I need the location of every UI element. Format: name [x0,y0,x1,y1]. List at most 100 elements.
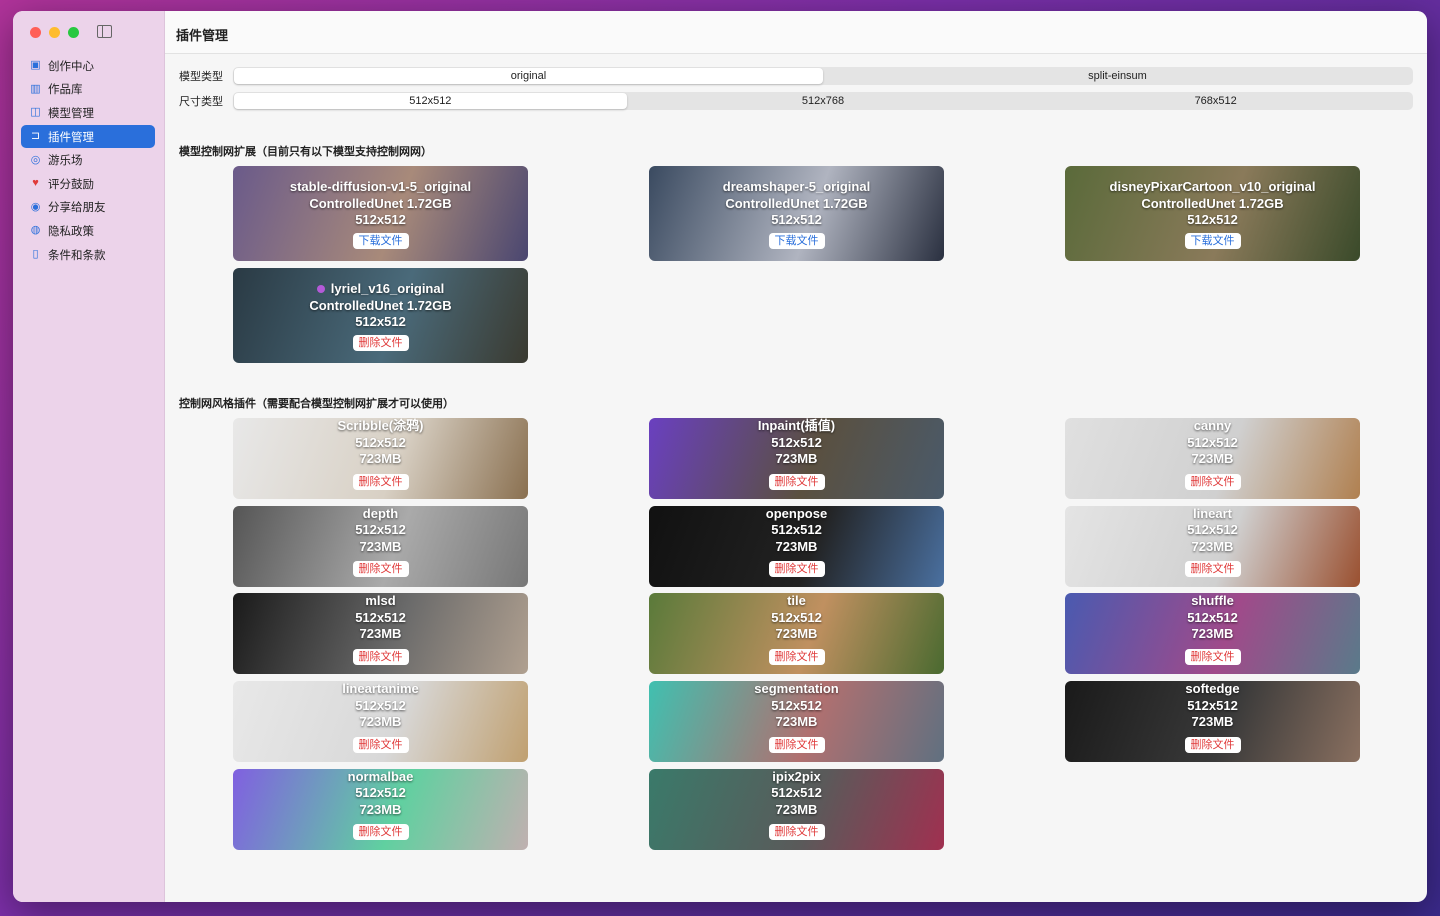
plugin-file-size: 723MB [359,538,402,554]
plugin-name: lineart [1192,505,1232,521]
delete-button[interactable]: 删除文件 [768,473,825,490]
sidebar-item-label: 作品库 [48,84,83,97]
minimize-button[interactable] [49,27,60,38]
sidebar-item-label: 评分鼓励 [48,178,94,191]
sidebar-item-label: 隐私政策 [48,225,94,238]
plugin-size: 512x512 [1187,522,1238,538]
sidebar-item[interactable]: ◍ 隐私政策 [21,219,155,243]
sidebar-item[interactable]: ◫ 模型管理 [21,101,155,125]
plugin-size: 512x512 [771,434,822,450]
plugin-file-size: 723MB [775,538,818,554]
model-detail: ControlledUnet 1.72GB [725,195,868,211]
model-type-option[interactable]: split-einsum [823,68,1412,84]
size-type-option[interactable]: 512x512 [234,93,627,109]
sidebar-item[interactable]: ⊐ 插件管理 [21,124,155,149]
plugin-name: Scribble(涂鸦) [337,418,424,433]
model-name-text: stable-diffusion-v1-5_original [289,179,472,194]
model-type-label: 模型类型 [179,71,223,83]
sidebar-item[interactable]: ▣ 创作中心 [21,54,155,78]
plugin-card: depth 512x512 723MB 删除文件 [233,505,528,587]
model-card: dreamshaper-5_original ControlledUnet 1.7… [649,166,944,261]
plugin-file-size: 723MB [775,451,818,466]
plugin-file-size: 723MB [1191,538,1234,554]
size-type-option[interactable]: 768x512 [1019,93,1412,109]
plugin-icon: ⊐ [30,130,41,143]
plugin-file-size: 723MB [1191,626,1234,642]
plugin-file-size: 723MB [359,626,402,642]
plugin-file-size: 723MB [359,801,402,817]
window-controls [30,27,79,38]
sidebar-item-label: 创作中心 [48,60,94,73]
model-card: disneyPixarCartoon_v10_original Controlle… [1065,166,1360,261]
model-card: lyriel_v16_original ControlledUnet 1.72GB… [233,268,528,363]
sidebar-item-label: 插件管理 [48,131,94,144]
photo-icon: ▣ [30,59,41,72]
plugin-card: lineartanime 512x512 723MB 删除文件 [233,681,528,763]
model-size: 512x512 [355,212,406,227]
download-button[interactable]: 下载文件 [1184,232,1241,249]
plugin-size: 512x512 [771,697,822,713]
palette-icon: ◎ [30,153,41,166]
active-indicator-icon [316,285,325,293]
heart-icon: ♥ [32,177,39,190]
document-icon: ▯ [32,248,39,261]
plugin-size: 512x512 [771,785,822,801]
size-type-option[interactable]: 512x768 [627,93,1020,109]
delete-button[interactable]: 删除文件 [352,824,409,841]
delete-button[interactable]: 删除文件 [352,473,409,490]
plugin-card: softedge 512x512 723MB 删除文件 [1065,681,1360,763]
sidebar: ▣ 创作中心 ▥ 作品库 ◫ 模型管理 ⊐ 插件管理 ◎ 游乐场 ♥ 评分鼓励 ◉ 分享给朋友 ◍ 隐私政策 ▯… [13,11,165,902]
plugin-file-size: 723MB [359,714,402,730]
delete-button[interactable]: 删除文件 [352,648,409,665]
model-name-text: disneyPixarCartoon_v10_original [1109,179,1316,194]
delete-button[interactable]: 删除文件 [768,736,825,753]
model-size: 512x512 [771,212,822,227]
model-type-option[interactable]: original [234,68,823,84]
page-title: 插件管理 [165,11,1427,54]
delete-button[interactable]: 删除文件 [1184,736,1241,753]
sidebar-item[interactable]: ◎ 游乐场 [21,148,155,172]
plugin-size: 512x512 [771,522,822,538]
plugin-card: mlsd 512x512 723MB 删除文件 [233,593,528,675]
sidebar-item[interactable]: ◉ 分享给朋友 [21,196,155,220]
sidebar-item[interactable]: ▯ 条件和条款 [21,243,155,267]
plugin-card: ipix2pix 512x512 723MB 删除文件 [649,768,944,850]
plugin-file-size: 723MB [359,451,402,466]
download-button[interactable]: 下载文件 [352,232,409,249]
sidebar-item[interactable]: ▥ 作品库 [21,78,155,102]
plugin-file-size: 723MB [1191,714,1234,730]
model-detail: ControlledUnet 1.72GB [309,297,452,313]
main-content: 插件管理 模型类型 original split-einsum 尺寸类型 512x… [165,11,1427,902]
sidebar-item[interactable]: ♥ 评分鼓励 [21,172,155,196]
model-card: stable-diffusion-v1-5_original Controlled… [233,166,528,261]
sidebar-toggle-icon[interactable] [97,25,112,38]
sidebar-item-label: 模型管理 [48,107,94,120]
plugin-name: softedge [1185,681,1240,697]
delete-button[interactable]: 删除文件 [352,561,409,578]
plugin-card: lineart 512x512 723MB 删除文件 [1065,505,1360,587]
delete-button[interactable]: 删除文件 [768,648,825,665]
model-type-row: 模型类型 original split-einsum [179,67,1413,85]
zoom-button[interactable] [68,27,79,38]
plugin-name: segmentation [754,681,839,697]
model-name: stable-diffusion-v1-5_original [233,179,528,196]
plugin-name: tile [787,593,806,609]
plugin-size: 512x512 [355,609,406,625]
lock-shield-icon: ◍ [30,224,41,237]
delete-button[interactable]: 删除文件 [1184,473,1241,490]
delete-button[interactable]: 删除文件 [352,736,409,753]
download-button[interactable]: 下载文件 [768,232,825,249]
delete-button[interactable]: 删除文件 [1184,648,1241,665]
plugin-size: 512x512 [355,434,406,450]
delete-button[interactable]: 删除文件 [768,824,825,841]
model-name: disneyPixarCartoon_v10_original [1065,179,1360,196]
delete-button[interactable]: 删除文件 [352,334,409,351]
plugin-card: segmentation 512x512 723MB 删除文件 [649,681,944,763]
delete-button[interactable]: 删除文件 [1184,561,1241,578]
plugin-name: Inpaint(插值) [757,418,836,433]
app-window: ▣ 创作中心 ▥ 作品库 ◫ 模型管理 ⊐ 插件管理 ◎ 游乐场 ♥ 评分鼓励 ◉ 分享给朋友 ◍ 隐私政策 ▯… [13,11,1427,902]
plugin-card: Inpaint(插值) 512x512 723MB 删除文件 [649,418,944,499]
delete-button[interactable]: 删除文件 [768,561,825,578]
model-name: dreamshaper-5_original [649,179,944,196]
close-button[interactable] [30,27,41,38]
